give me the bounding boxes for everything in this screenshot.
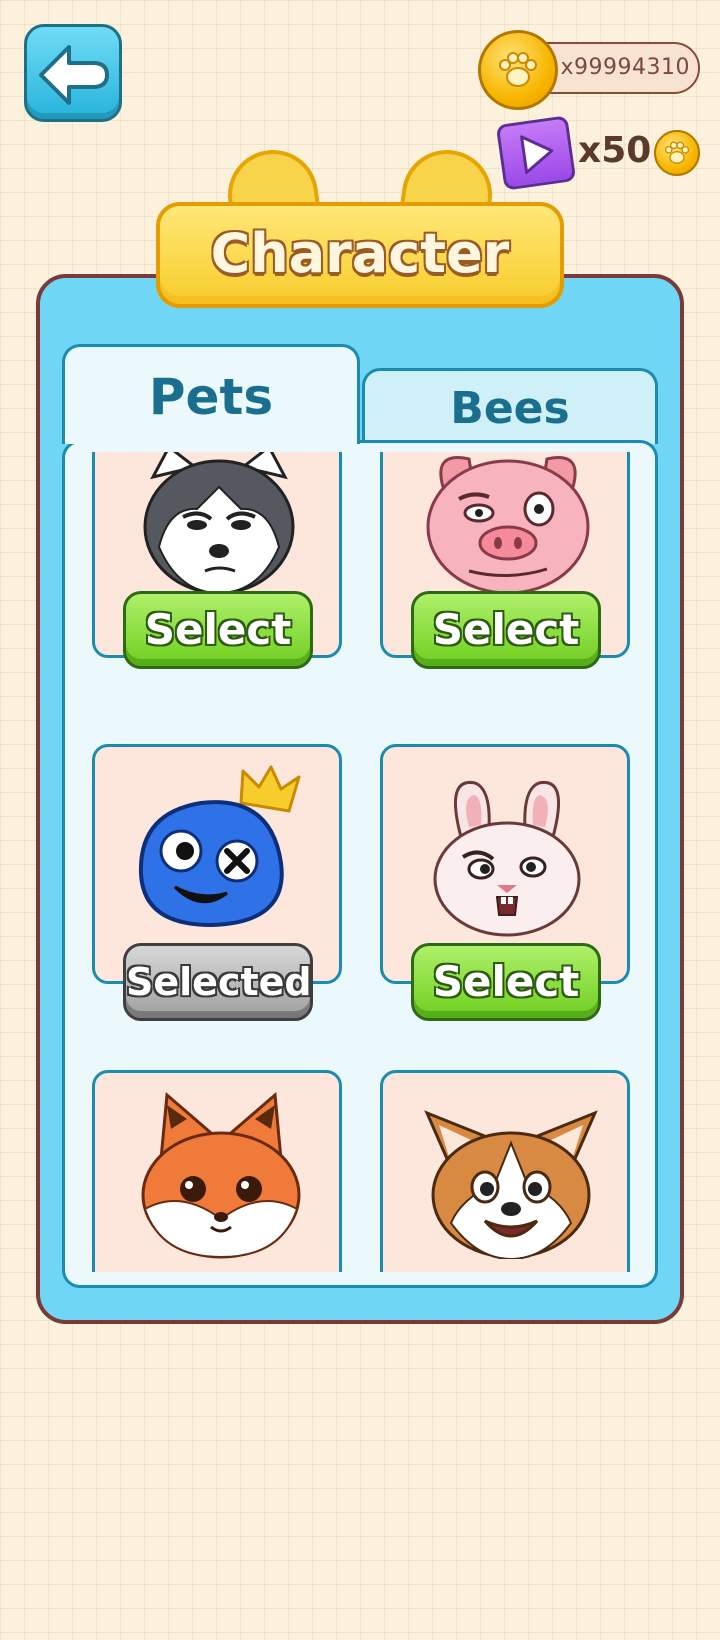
back-arrow-icon [39, 45, 109, 105]
blue-blob-icon [138, 765, 301, 928]
character-grid[interactable]: Select Select Selected Select [66, 452, 654, 1272]
character-card-bunny[interactable]: Select [380, 744, 630, 1021]
bunny-icon [433, 780, 581, 937]
coin-count: x99994310 [560, 55, 690, 80]
select-button[interactable]: Select [411, 943, 601, 1021]
pig-icon [426, 456, 590, 595]
watch-video-button[interactable] [495, 115, 577, 191]
character-card-corgi[interactable] [380, 1070, 630, 1272]
tab-bees[interactable]: Bees [362, 368, 658, 444]
back-button[interactable] [24, 24, 122, 122]
play-icon [520, 135, 554, 174]
husky-icon [143, 452, 295, 595]
fox-icon [141, 1091, 301, 1259]
coin-icon [654, 130, 700, 176]
corgi-icon [424, 1110, 598, 1259]
reward-amount: x50 [578, 130, 652, 171]
character-card-fox[interactable] [92, 1070, 342, 1272]
selected-button[interactable]: Selected [123, 943, 313, 1021]
tab-pets[interactable]: Pets [62, 344, 360, 444]
select-button[interactable]: Select [123, 591, 313, 669]
select-button[interactable]: Select [411, 591, 601, 669]
coin-icon [478, 30, 558, 110]
character-card-blue-blob[interactable]: Selected [92, 744, 342, 1021]
character-card-husky[interactable]: Select [92, 452, 342, 669]
page-title: Character [210, 222, 510, 285]
character-card-pig[interactable]: Select [380, 452, 630, 669]
